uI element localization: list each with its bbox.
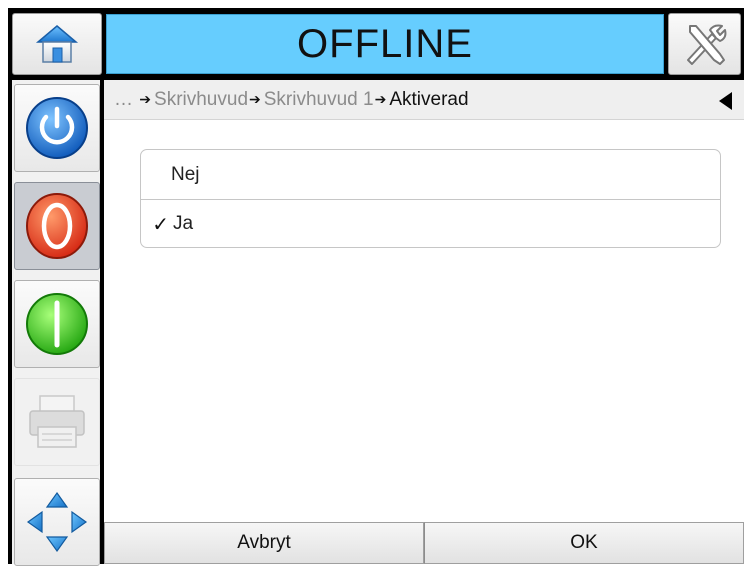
breadcrumb-current: Aktiverad bbox=[389, 89, 469, 110]
option-nej[interactable]: Nej bbox=[141, 150, 720, 199]
top-bar: OFFLINE bbox=[8, 8, 744, 78]
tools-icon bbox=[686, 24, 726, 65]
breadcrumb-item-skrivhuvud[interactable]: Skrivhuvud bbox=[154, 89, 248, 110]
status-text: OFFLINE bbox=[297, 21, 473, 66]
navigation-button[interactable] bbox=[14, 478, 100, 566]
printer-icon bbox=[29, 395, 85, 448]
main-content: … ➔ Skrivhuvud➔ Skrivhuvud 1➔ Aktiverad Nej… bbox=[104, 80, 744, 564]
tools-button[interactable] bbox=[668, 13, 741, 75]
stop-button[interactable] bbox=[14, 182, 100, 270]
option-label: Nej bbox=[171, 163, 200, 185]
option-list: Nej ✓ Ja bbox=[140, 149, 721, 248]
breadcrumb-ellipsis[interactable]: … bbox=[114, 89, 133, 110]
start-button[interactable] bbox=[14, 280, 100, 368]
checkmark-icon: ✓ bbox=[152, 213, 169, 236]
print-button[interactable] bbox=[14, 378, 100, 466]
breadcrumb: … ➔ Skrivhuvud➔ Skrivhuvud 1➔ Aktiverad bbox=[104, 80, 744, 120]
back-arrow-icon[interactable] bbox=[719, 92, 732, 110]
arrow-right-icon: ➔ bbox=[374, 91, 387, 107]
power-button[interactable] bbox=[14, 84, 100, 172]
ok-button[interactable]: OK bbox=[424, 522, 744, 564]
left-sidebar bbox=[12, 80, 100, 566]
breadcrumb-path: … ➔ Skrivhuvud➔ Skrivhuvud 1➔ Aktiverad bbox=[114, 89, 469, 111]
status-bar: OFFLINE bbox=[106, 14, 664, 74]
footer-bar: Avbryt OK bbox=[104, 522, 744, 564]
breadcrumb-item-skrivhuvud-1[interactable]: Skrivhuvud 1 bbox=[264, 89, 374, 110]
power-icon bbox=[26, 97, 88, 159]
home-button[interactable] bbox=[12, 13, 102, 75]
stop-icon bbox=[26, 193, 88, 259]
home-icon bbox=[35, 25, 79, 63]
option-ja[interactable]: ✓ Ja bbox=[141, 199, 720, 247]
option-label: Ja bbox=[173, 213, 194, 234]
arrow-right-icon: ➔ bbox=[139, 91, 152, 107]
navigation-icon bbox=[26, 491, 88, 553]
start-icon bbox=[26, 293, 88, 355]
arrow-right-icon: ➔ bbox=[249, 91, 261, 107]
cancel-button[interactable]: Avbryt bbox=[104, 522, 424, 564]
